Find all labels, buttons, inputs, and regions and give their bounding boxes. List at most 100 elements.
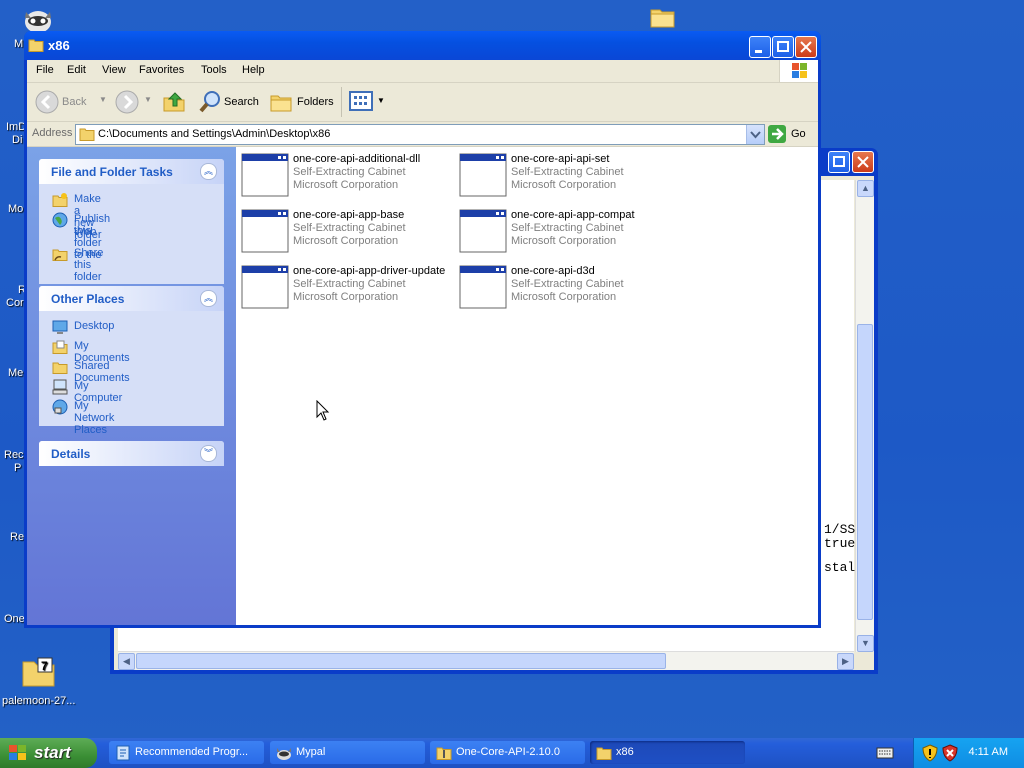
- scroll-down-button[interactable]: ▼: [857, 635, 874, 652]
- taskbar-item[interactable]: Mypal: [270, 741, 425, 764]
- security-alert-icon[interactable]: [942, 744, 958, 762]
- file-type: Self-Extracting Cabinet: [511, 278, 624, 290]
- file-type: Self-Extracting Cabinet: [511, 166, 624, 178]
- file-type: Self-Extracting Cabinet: [293, 222, 406, 234]
- menu-favorites[interactable]: Favorites: [139, 64, 184, 76]
- folder-icon[interactable]: [650, 6, 676, 28]
- file-name: one-core-api-app-base: [293, 209, 405, 221]
- search-icon: [199, 91, 220, 113]
- up-folder-button[interactable]: [162, 89, 186, 115]
- my-computer-icon: [52, 379, 68, 395]
- keyboard-icon[interactable]: [876, 746, 894, 760]
- file-name: one-core-api-app-compat: [511, 209, 635, 221]
- file-name: one-core-api-app-driver-update: [293, 265, 446, 277]
- horizontal-scrollbar[interactable]: ◀ ▶: [118, 651, 854, 670]
- file-company: Microsoft Corporation: [293, 291, 399, 303]
- dropdown-arrow-icon[interactable]: ▼: [377, 96, 385, 105]
- maximize-button[interactable]: [772, 36, 794, 58]
- menu-help[interactable]: Help: [242, 64, 265, 76]
- search-button[interactable]: Search: [195, 89, 261, 115]
- panel-header[interactable]: Other Places ︽: [39, 286, 224, 311]
- file-name: one-core-api-d3d: [511, 265, 595, 277]
- file-item[interactable]: one-core-api-additional-dll Self-Extract…: [241, 153, 461, 203]
- system-tray: 4:11 AM: [913, 738, 1024, 768]
- folder-icon: [79, 128, 95, 141]
- window-title: x86: [48, 38, 70, 53]
- folder-icon: [596, 747, 612, 760]
- close-icon: [857, 156, 869, 168]
- back-label: Back: [62, 96, 87, 108]
- file-item[interactable]: one-core-api-app-driver-update Self-Extr…: [241, 265, 461, 315]
- security-shield-icon[interactable]: [922, 744, 938, 762]
- panel-title: Details: [51, 447, 91, 461]
- console-line: stal: [824, 560, 856, 575]
- go-arrow-icon: [768, 125, 786, 143]
- close-button[interactable]: [852, 151, 874, 173]
- file-item[interactable]: one-core-api-app-base Self-Extracting Ca…: [241, 209, 461, 259]
- scroll-right-button[interactable]: ▶: [837, 653, 854, 670]
- close-button[interactable]: [795, 36, 817, 58]
- explorer-window[interactable]: x86 File Edit View Favorites Tools Help …: [24, 31, 821, 628]
- file-company: Microsoft Corporation: [293, 235, 399, 247]
- up-arrow-icon: [163, 92, 185, 112]
- minimize-button[interactable]: [749, 36, 771, 58]
- title-bar[interactable]: x86: [24, 31, 821, 60]
- vertical-scrollbar[interactable]: ▲ ▼: [855, 180, 874, 652]
- file-company: Microsoft Corporation: [511, 291, 617, 303]
- taskbar-item[interactable]: One-Core-API-2.10.0: [430, 741, 585, 764]
- file-name: one-core-api-api-set: [511, 153, 610, 165]
- desktop-icon-label: Cor: [6, 297, 24, 309]
- svg-text:7: 7: [41, 659, 48, 673]
- address-input[interactable]: C:\Documents and Settings\Admin\Desktop\…: [75, 124, 765, 145]
- panel-header[interactable]: Details ︾: [39, 441, 224, 466]
- panel-header[interactable]: File and Folder Tasks ︽: [39, 159, 224, 184]
- collapse-icon[interactable]: ︽: [200, 290, 217, 307]
- go-button[interactable]: Go: [767, 124, 813, 144]
- maximize-icon: [777, 41, 789, 52]
- back-button[interactable]: Back ▼: [33, 89, 113, 115]
- address-dropdown-button[interactable]: [746, 125, 764, 144]
- scroll-thumb[interactable]: [136, 653, 666, 669]
- file-item[interactable]: one-core-api-d3d Self-Extracting Cabinet…: [459, 265, 679, 315]
- desktop-icon-label: Me: [8, 367, 24, 379]
- taskbar-item[interactable]: Recommended Progr...: [109, 741, 264, 764]
- network-places-icon: [52, 399, 68, 415]
- palemoon-archive-label: palemoon-27...: [2, 695, 76, 707]
- scroll-thumb[interactable]: [857, 324, 873, 620]
- start-button[interactable]: start: [0, 738, 97, 768]
- menu-view[interactable]: View: [102, 64, 126, 76]
- views-button[interactable]: ▼: [347, 89, 387, 115]
- go-label: Go: [791, 128, 806, 140]
- address-value: C:\Documents and Settings\Admin\Desktop\…: [98, 128, 331, 140]
- file-folder-tasks-panel: File and Folder Tasks ︽ Make a new folde…: [39, 159, 224, 284]
- taskbar-item[interactable]: x86: [590, 741, 745, 764]
- forward-button[interactable]: ▼: [115, 89, 155, 115]
- desktop-icon: [52, 320, 68, 334]
- my-documents-icon: [52, 340, 68, 354]
- taskbar: start Recommended Progr... Mypal One-Cor…: [0, 738, 1024, 768]
- address-label: Address: [32, 127, 73, 139]
- file-type: Self-Extracting Cabinet: [293, 278, 406, 290]
- menu-edit[interactable]: Edit: [67, 64, 86, 76]
- desktop-icon-label: Rec: [4, 449, 24, 461]
- new-folder-icon: [52, 193, 68, 207]
- folders-button[interactable]: Folders: [267, 89, 337, 115]
- scroll-up-button[interactable]: ▲: [857, 180, 874, 197]
- file-item[interactable]: one-core-api-api-set Self-Extracting Cab…: [459, 153, 679, 203]
- dropdown-arrow-icon[interactable]: ▼: [144, 95, 152, 104]
- windows-logo: [779, 60, 818, 82]
- dropdown-arrow-icon[interactable]: ▼: [99, 95, 107, 104]
- desktop-icon-label: Di: [12, 134, 23, 146]
- file-item[interactable]: one-core-api-app-compat Self-Extracting …: [459, 209, 679, 259]
- menu-tools[interactable]: Tools: [201, 64, 227, 76]
- collapse-icon[interactable]: ︽: [200, 163, 217, 180]
- maximize-button[interactable]: [828, 151, 850, 173]
- archive-icon[interactable]: 7: [22, 656, 56, 688]
- forward-arrow-icon: [115, 90, 139, 114]
- file-company: Microsoft Corporation: [511, 235, 617, 247]
- scroll-left-button[interactable]: ◀: [118, 653, 135, 670]
- console-line: 1/SS: [824, 522, 856, 537]
- menu-file[interactable]: File: [36, 64, 54, 76]
- back-arrow-icon: [35, 90, 59, 114]
- expand-icon[interactable]: ︾: [200, 445, 217, 462]
